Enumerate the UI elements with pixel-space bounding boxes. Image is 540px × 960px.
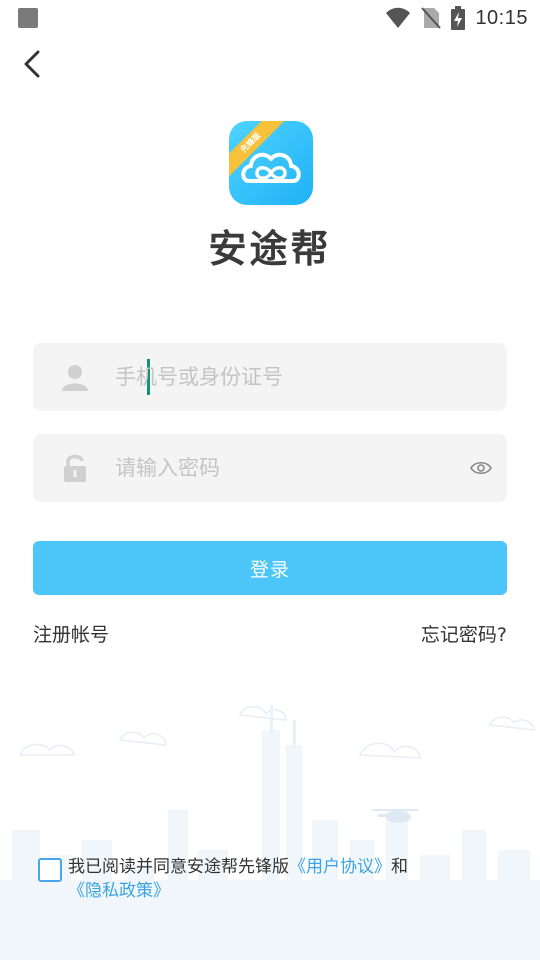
account-input[interactable] <box>115 343 445 411</box>
user-agreement-link[interactable]: 《用户协议》 <box>289 857 391 877</box>
login-button[interactable]: 登录 <box>33 541 507 595</box>
account-field[interactable] <box>33 343 507 411</box>
back-button[interactable] <box>14 46 50 82</box>
register-link[interactable]: 注册帐号 <box>33 620 109 647</box>
wifi-icon <box>386 7 411 28</box>
agreement-and: 和 <box>391 857 408 877</box>
privacy-policy-link[interactable]: 《隐私政策》 <box>68 881 170 901</box>
city-skyline-illustration <box>0 705 540 960</box>
status-bar: 10:15 <box>0 0 540 36</box>
lock-icon <box>64 454 86 482</box>
agreement-prefix: 我已阅读并同意安途帮先锋版 <box>68 857 289 877</box>
eye-icon[interactable] <box>469 456 493 480</box>
app-name: 安途帮 <box>208 227 332 271</box>
battery-charging-icon <box>451 6 466 30</box>
agreement-checkbox[interactable] <box>38 858 62 882</box>
app-logo: 先锋版 <box>229 121 313 205</box>
no-sim-icon <box>421 7 442 29</box>
status-icons: 10:15 <box>385 5 528 31</box>
user-icon <box>62 365 88 391</box>
agreement-text: 我已阅读并同意安途帮先锋版《用户协议》和《隐私政策》 <box>68 855 508 903</box>
forgot-password-link[interactable]: 忘记密码? <box>421 620 507 647</box>
back-icon <box>24 50 40 78</box>
status-time: 10:15 <box>475 6 528 29</box>
notification-icon <box>18 8 38 28</box>
cloud-infinity-icon <box>241 152 301 183</box>
password-input[interactable] <box>115 434 445 502</box>
password-field[interactable] <box>33 434 507 502</box>
